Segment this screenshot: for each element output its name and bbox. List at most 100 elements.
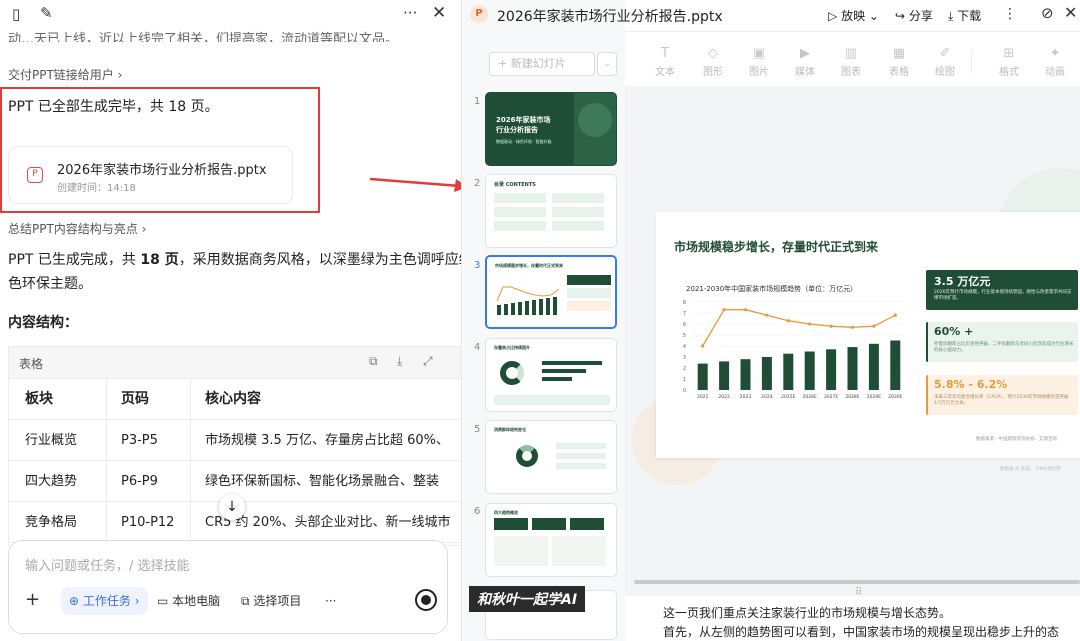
scroll-down-icon[interactable]: ↓ <box>219 494 245 520</box>
done-message: PPT 已全部生成完毕，共 18 页。 <box>8 99 219 115</box>
tool-chart[interactable]: ▥ 图表 <box>833 46 869 78</box>
download-label: 下载 <box>957 9 982 23</box>
summary-link[interactable]: 总结PPT内容结构与亮点 › <box>8 220 146 237</box>
compass-icon[interactable]: ⊘ <box>1041 6 1054 21</box>
stat-value: 60% + <box>934 325 974 338</box>
select-project-chip[interactable]: ⧉ 选择项目 <box>233 587 309 615</box>
text-icon: T <box>661 46 669 61</box>
slide-number: 2 <box>474 178 481 189</box>
tool-format[interactable]: ⊞ 格式 <box>991 46 1027 78</box>
chip-label: 工作任务 <box>82 594 131 608</box>
summary-paragraph-2: 色环保主题。 <box>8 276 92 292</box>
header-cell: 板块 <box>25 391 53 407</box>
laptop-icon: ▭ <box>157 594 169 608</box>
header-cell: 核心内容 <box>205 391 261 407</box>
tool-media[interactable]: ▶ 媒体 <box>787 46 823 78</box>
y-tick-label: 0 <box>683 388 686 394</box>
more-options[interactable]: ··· <box>317 587 344 615</box>
tool-label: 媒体 <box>795 67 815 78</box>
slide-thumb-1[interactable]: 2026年家装市场行业分析报告 数据驱动 · 绿色环保 · 智能升级 <box>485 92 617 166</box>
bar <box>740 359 751 390</box>
stat-value: 3.5 万亿元 <box>934 275 991 288</box>
close-icon[interactable]: ✕ <box>1064 5 1077 21</box>
stat-text: 未来三年年均复合增长率（CAGR），预计2030年市场规模有望突破4.5万亿元大… <box>934 395 1069 406</box>
y-tick-label: 2 <box>683 366 686 372</box>
chip-label: 选择项目 <box>253 594 302 608</box>
close-icon[interactable]: ✕ <box>432 5 446 22</box>
chevron-down-icon[interactable]: ⌄ <box>597 52 617 76</box>
new-slide-button[interactable]: + 新建幻灯片 <box>489 52 595 76</box>
y-tick-label: 7 <box>683 311 686 317</box>
file-card[interactable]: P 2026年家装市场行业分析报告.pptx 创建时间：14:18 <box>8 146 293 204</box>
tool-label: 动画 <box>1045 67 1065 78</box>
tool-label: 格式 <box>999 67 1019 78</box>
copy-icon[interactable]: ⧉ <box>369 355 378 367</box>
x-tick-label: 2024 <box>761 394 773 400</box>
play-icon: ▷ <box>828 9 838 23</box>
stat-card-2: 60% + 存量房翻新占比历史性突破，二手房翻新与老旧小区改造成为行业增长的核心… <box>926 322 1078 362</box>
media-icon: ▶ <box>800 46 810 61</box>
tool-shape[interactable]: ◇ 图形 <box>695 46 731 78</box>
table-cell: P3-P5 <box>121 433 158 448</box>
new-chat-icon[interactable]: ✎ <box>40 6 53 21</box>
x-tick-label: 2025E <box>781 394 795 400</box>
slide-thumb-2[interactable]: 目录 CONTENTS <box>485 174 617 248</box>
chat-input[interactable]: 输入问题或任务，/ 选择技能 <box>25 555 190 574</box>
tool-table[interactable]: ▦ 表格 <box>881 46 917 78</box>
slide-canvas[interactable]: 市场规模稳步增长，存量时代正式到来 2021-2030年中国家装市场规模趋势（单… <box>656 212 1080 458</box>
draw-icon: ✐ <box>939 46 951 61</box>
task-icon: ⊕ <box>69 594 80 608</box>
slide-thumb-4[interactable]: 存量房占比持续提升 <box>485 338 617 412</box>
share-icon: ↪ <box>895 9 906 23</box>
download-button[interactable]: ⤓ 下载 <box>948 7 981 24</box>
table-cell: 行业概览 <box>25 433 78 448</box>
chevron-down-icon: ⌄ <box>868 9 879 23</box>
deliver-link[interactable]: 交付PPT链接给用户 › <box>8 66 122 83</box>
chart-icon: ▥ <box>844 46 858 61</box>
slide-number: 3 <box>474 260 481 271</box>
tool-draw[interactable]: ✐ 绘图 <box>927 46 963 78</box>
sidebar-toggle-icon[interactable]: ▯ <box>12 7 20 22</box>
horizontal-scrollbar[interactable] <box>634 580 1080 584</box>
work-task-chip[interactable]: ⊕ 工作任务 › <box>61 587 148 615</box>
cut-off-text: 动…天已上线，近以上线完了相关，们提高家，流动道等配以文品。 <box>8 32 399 42</box>
slide-thumb-5[interactable]: 消费群体结构变化 <box>485 420 617 494</box>
local-computer-chip[interactable]: ▭ 本地电脑 <box>149 587 228 615</box>
share-button[interactable]: ↪ 分享 <box>895 7 933 24</box>
stat-card-3: 5.8% - 6.2% 未来三年年均复合增长率（CAGR），预计2030年市场规… <box>926 375 1078 415</box>
x-tick-label: 2022 <box>718 394 730 400</box>
chart-title: 2021-2030年中国家装市场规模趋势（单位：万亿元） <box>686 285 858 293</box>
table-icon: ▦ <box>892 46 906 61</box>
summary-paragraph: PPT 已生成完成，共 18 页，采用数据商务风格，以深墨绿为主色调呼应绿 <box>8 252 462 268</box>
record-icon[interactable] <box>415 589 437 611</box>
x-tick-label: 2027E <box>824 394 838 400</box>
tool-image[interactable]: ▣ 图片 <box>741 46 777 78</box>
bar <box>826 349 837 390</box>
speaker-notes[interactable]: 这一页我们重点关注家装行业的市场规模与增长态势。 首先，从左侧的趋势图可以看到，… <box>625 596 1080 641</box>
more-vertical-icon[interactable]: ⋮ <box>1003 7 1017 21</box>
slide-thumb-3-selected[interactable]: 市场规模稳步增长，存量时代正式到来 <box>485 255 617 329</box>
more-icon[interactable]: ··· <box>403 6 417 21</box>
play-button[interactable]: ▷ 放映 ⌄ <box>828 7 879 24</box>
table-title: 表格 <box>19 357 44 371</box>
download-icon[interactable]: ⤓ <box>397 355 402 367</box>
animation-icon: ✦ <box>1049 46 1061 61</box>
expand-icon[interactable]: ⤢ <box>423 355 433 367</box>
file-title: 2026年家装市场行业分析报告.pptx <box>497 9 723 25</box>
tool-text[interactable]: T 文本 <box>647 46 683 78</box>
table-cell: 竞争格局 <box>25 515 78 530</box>
thumb-chart <box>496 286 560 315</box>
thumb-title: 四大趋势概览 <box>494 510 518 515</box>
slide-thumb-6[interactable]: 四大趋势概览 <box>485 503 617 577</box>
folder-icon: ⧉ <box>241 594 250 608</box>
add-icon[interactable]: + <box>25 591 40 609</box>
bar <box>804 351 815 390</box>
slide-title: 市场规模稳步增长，存量时代正式到来 <box>674 240 879 254</box>
tool-animation[interactable]: ✦ 动画 <box>1037 46 1073 78</box>
chat-input-box: 输入问题或任务，/ 选择技能 + ⊕ 工作任务 › ▭ 本地电脑 ⧉ 选择项目 … <box>8 540 448 634</box>
table-cell: 四大趋势 <box>25 474 78 489</box>
line-point <box>701 344 705 348</box>
bar <box>719 361 730 390</box>
trend-line <box>702 309 896 347</box>
line-point <box>786 319 790 323</box>
